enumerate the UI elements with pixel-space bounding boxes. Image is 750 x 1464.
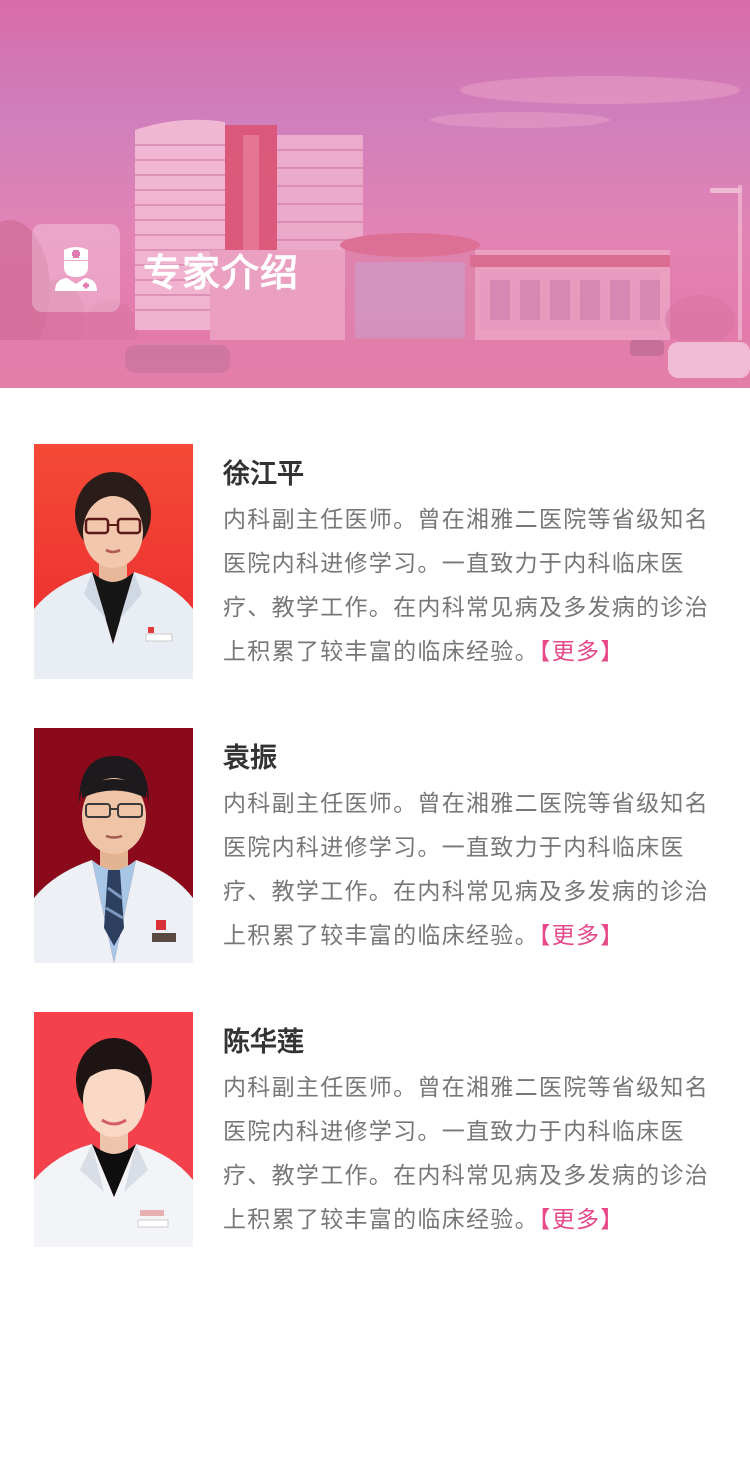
doctor-icon [55, 247, 97, 291]
doctor-description: 内科副主任医师。曾在湘雅二医院等省级知名医院内科进修学习。一直致力于内科临床医疗… [223, 782, 723, 958]
doctor-photo[interactable] [34, 1012, 193, 1247]
doctor-description-text: 内科副主任医师。曾在湘雅二医院等省级知名医院内科进修学习。一直致力于内科临床医疗… [223, 507, 709, 665]
doctor-info: 徐江平 内科副主任医师。曾在湘雅二医院等省级知名医院内科进修学习。一直致力于内科… [223, 458, 723, 674]
doctor-photo[interactable] [34, 444, 193, 679]
doctor-description-text: 内科副主任医师。曾在湘雅二医院等省级知名医院内科进修学习。一直致力于内科临床医疗… [223, 1075, 709, 1233]
doctor-name: 袁振 [223, 743, 277, 774]
doctor-icon-box [32, 224, 120, 312]
doctor-name: 徐江平 [223, 459, 304, 490]
doctor-info: 陈华莲 内科副主任医师。曾在湘雅二医院等省级知名医院内科进修学习。一直致力于内科… [223, 1026, 723, 1242]
doctor-card[interactable]: 袁振 内科副主任医师。曾在湘雅二医院等省级知名医院内科进修学习。一直致力于内科临… [34, 728, 724, 964]
doctor-name: 陈华莲 [223, 1027, 304, 1058]
doctor-card[interactable]: 陈华莲 内科副主任医师。曾在湘雅二医院等省级知名医院内科进修学习。一直致力于内科… [34, 1012, 724, 1248]
more-link[interactable]: 【更多】 [539, 639, 625, 665]
doctor-description: 内科副主任医师。曾在湘雅二医院等省级知名医院内科进修学习。一直致力于内科临床医疗… [223, 498, 723, 674]
doctor-description: 内科副主任医师。曾在湘雅二医院等省级知名医院内科进修学习。一直致力于内科临床医疗… [223, 1066, 723, 1242]
more-link[interactable]: 【更多】 [539, 1207, 625, 1233]
doctor-photo[interactable] [34, 728, 193, 963]
more-link[interactable]: 【更多】 [539, 923, 625, 949]
page-title: 专家介绍 [143, 251, 300, 295]
doctor-card[interactable]: 徐江平 内科副主任医师。曾在湘雅二医院等省级知名医院内科进修学习。一直致力于内科… [34, 444, 724, 680]
doctor-description-text: 内科副主任医师。曾在湘雅二医院等省级知名医院内科进修学习。一直致力于内科临床医疗… [223, 791, 709, 949]
header-banner: 专家介绍 [0, 0, 750, 388]
doctor-info: 袁振 内科副主任医师。曾在湘雅二医院等省级知名医院内科进修学习。一直致力于内科临… [223, 742, 723, 958]
